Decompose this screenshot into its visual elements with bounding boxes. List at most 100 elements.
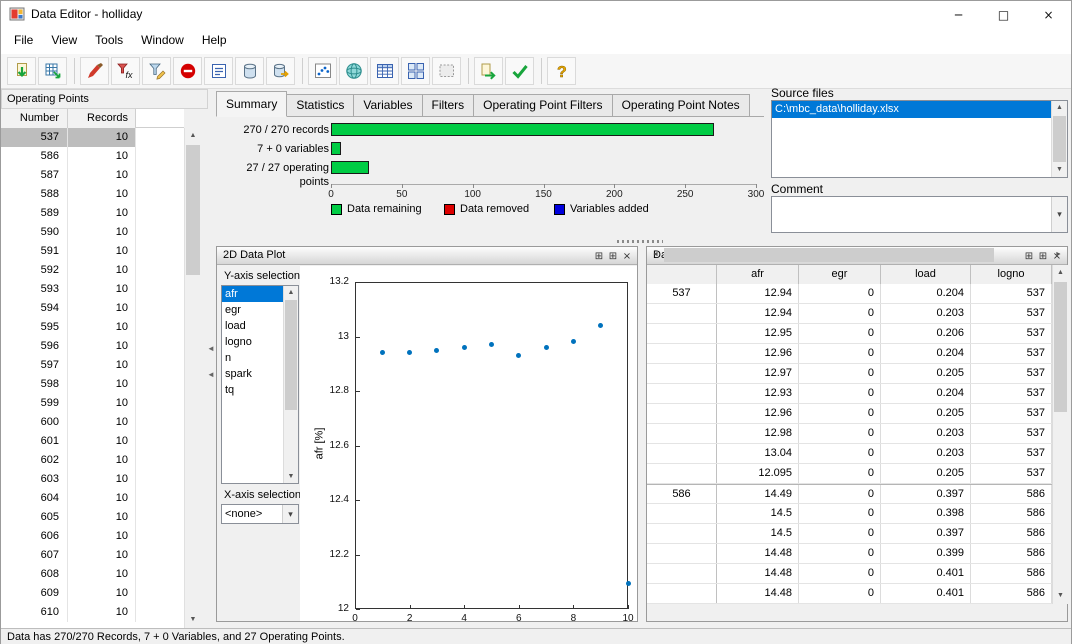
column-header-egr[interactable]: egr xyxy=(799,265,881,284)
data-cell[interactable]: 12.96 xyxy=(717,404,799,423)
data-cell[interactable]: 586 xyxy=(971,564,1052,583)
close-icon[interactable]: × xyxy=(620,248,634,265)
data-cell[interactable]: 14.48 xyxy=(717,564,799,583)
operating-point-row-609[interactable]: 60910 xyxy=(1,584,184,603)
y-option-egr[interactable]: egr xyxy=(222,302,283,318)
data-cell[interactable]: 13.04 xyxy=(717,444,799,463)
operating-point-row-603[interactable]: 60310 xyxy=(1,470,184,489)
row-group-cell[interactable] xyxy=(647,384,717,403)
row-group-cell[interactable] xyxy=(647,404,717,423)
data-cell[interactable]: 0.397 xyxy=(881,524,971,543)
scroll-up-icon[interactable]: ▲ xyxy=(185,128,201,144)
operating-point-row-593[interactable]: 59310 xyxy=(1,280,184,299)
data-cell[interactable]: 12.97 xyxy=(717,364,799,383)
data-cell[interactable]: 0.205 xyxy=(881,364,971,383)
menu-file[interactable]: File xyxy=(5,28,42,52)
row-group-cell[interactable] xyxy=(647,444,717,463)
data-cell[interactable]: 0.206 xyxy=(881,324,971,343)
scroll-down-icon[interactable]: ▼ xyxy=(1052,163,1067,177)
column-header-number[interactable]: Number xyxy=(1,109,68,128)
row-group-cell[interactable] xyxy=(647,524,717,543)
comment-input[interactable]: ▾ xyxy=(771,196,1068,233)
source-files-scrollbar[interactable]: ▲ ▼ xyxy=(1051,101,1067,177)
tab-operating-point-filters[interactable]: Operating Point Filters xyxy=(473,94,612,116)
data-cell[interactable]: 537 xyxy=(971,404,1052,423)
scroll-down-icon[interactable]: ▼ xyxy=(185,612,201,628)
data-cell[interactable]: 0 xyxy=(799,444,881,463)
menu-window[interactable]: Window xyxy=(132,28,193,52)
operating-point-row-592[interactable]: 59210 xyxy=(1,261,184,280)
data-cell[interactable]: 0 xyxy=(799,384,881,403)
data-cell[interactable]: 0 xyxy=(799,304,881,323)
scroll-down-icon[interactable]: ▼ xyxy=(1053,588,1068,604)
data-cell[interactable]: 537 xyxy=(971,464,1052,483)
tab-filters[interactable]: Filters xyxy=(422,94,475,116)
data-cell[interactable]: 0.398 xyxy=(881,504,971,523)
y-axis-scrollbar[interactable]: ▲ ▼ xyxy=(283,286,298,483)
menu-help[interactable]: Help xyxy=(193,28,236,52)
row-group-cell[interactable] xyxy=(647,344,717,363)
data-cell[interactable]: 586 xyxy=(971,584,1052,603)
operating-point-row-605[interactable]: 60510 xyxy=(1,508,184,527)
data-cell[interactable]: 0 xyxy=(799,584,881,603)
data-cell[interactable]: 0.204 xyxy=(881,384,971,403)
row-group-cell[interactable] xyxy=(647,424,717,443)
operating-point-row-587[interactable]: 58710 xyxy=(1,166,184,185)
maximize-button[interactable]: □ xyxy=(981,1,1026,28)
data-cell[interactable]: 0 xyxy=(799,564,881,583)
data-cell[interactable]: 0 xyxy=(799,364,881,383)
data-cell[interactable]: 0 xyxy=(799,344,881,363)
operating-point-row-602[interactable]: 60210 xyxy=(1,451,184,470)
operating-point-row-608[interactable]: 60810 xyxy=(1,565,184,584)
row-group-cell[interactable] xyxy=(647,364,717,383)
operating-point-row-607[interactable]: 60710 xyxy=(1,546,184,565)
scroll-down-icon[interactable]: ▼ xyxy=(284,470,298,483)
data-cell[interactable]: 0 xyxy=(799,404,881,423)
scrollbar-thumb[interactable] xyxy=(664,248,994,262)
data-cell[interactable]: 14.48 xyxy=(717,544,799,563)
operating-point-row-597[interactable]: 59710 xyxy=(1,356,184,375)
operating-point-row-596[interactable]: 59610 xyxy=(1,337,184,356)
scrollbar-thumb[interactable] xyxy=(1054,282,1067,412)
operating-point-row-599[interactable]: 59910 xyxy=(1,394,184,413)
bad-data-icon[interactable] xyxy=(173,57,202,85)
column-header-logno[interactable]: logno xyxy=(971,265,1052,284)
tab-statistics[interactable]: Statistics xyxy=(286,94,354,116)
scroll-right-icon[interactable]: ► xyxy=(1050,247,1067,263)
data-cell[interactable]: 586 xyxy=(971,485,1052,503)
y-option-load[interactable]: load xyxy=(222,318,283,334)
data-cell[interactable]: 586 xyxy=(971,544,1052,563)
column-header-afr[interactable]: afr xyxy=(717,265,799,284)
data-cell[interactable]: 537 xyxy=(971,384,1052,403)
data-cell[interactable]: 537 xyxy=(971,424,1052,443)
notes-icon[interactable] xyxy=(204,57,233,85)
scroll-up-icon[interactable]: ▲ xyxy=(284,286,298,299)
operating-points-scrollbar[interactable]: ▲ ▼ xyxy=(184,128,201,628)
export-data-icon[interactable] xyxy=(474,57,503,85)
y-option-logno[interactable]: logno xyxy=(222,334,283,350)
menu-view[interactable]: View xyxy=(42,28,86,52)
data-cell[interactable]: 0.401 xyxy=(881,584,971,603)
minimize-button[interactable]: ─ xyxy=(936,1,981,28)
data-cell[interactable]: 0 xyxy=(799,544,881,563)
table-view-icon[interactable] xyxy=(370,57,399,85)
operating-point-row-595[interactable]: 59510 xyxy=(1,318,184,337)
dock-icon[interactable]: ⊞ xyxy=(592,248,606,265)
data-cell[interactable]: 537 xyxy=(971,344,1052,363)
data-cell[interactable]: 0.204 xyxy=(881,284,971,303)
undock-icon[interactable]: ⊞ xyxy=(606,248,620,265)
row-group-cell[interactable] xyxy=(647,564,717,583)
data-cell[interactable]: 0.203 xyxy=(881,444,971,463)
operating-point-row-589[interactable]: 58910 xyxy=(1,204,184,223)
menu-tools[interactable]: Tools xyxy=(86,28,132,52)
data-cell[interactable]: 0.205 xyxy=(881,404,971,423)
operating-point-row-604[interactable]: 60410 xyxy=(1,489,184,508)
scrollbar-thumb[interactable] xyxy=(1053,116,1066,162)
operating-point-row-591[interactable]: 59110 xyxy=(1,242,184,261)
scrollbar-thumb[interactable] xyxy=(186,145,200,275)
row-group-cell[interactable]: 586 xyxy=(647,485,717,503)
brush-icon[interactable] xyxy=(80,57,109,85)
y-option-tq[interactable]: tq xyxy=(222,382,283,398)
x-axis-combobox[interactable]: <none> ▾ xyxy=(221,504,299,524)
data-cell[interactable]: 0.203 xyxy=(881,424,971,443)
